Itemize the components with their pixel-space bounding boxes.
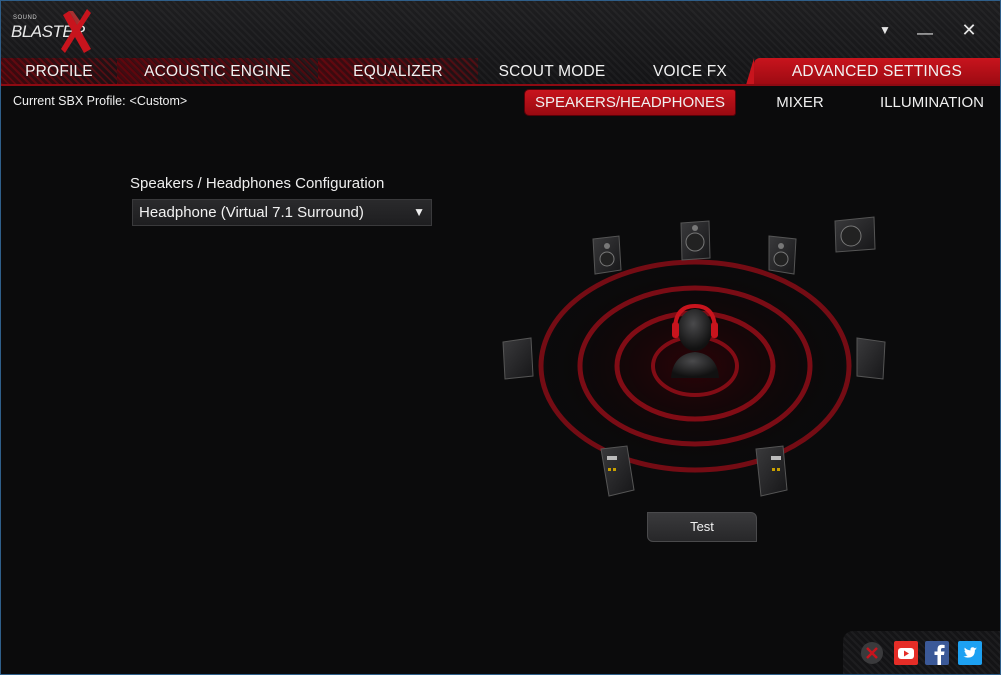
tab-acoustic-engine[interactable]: ACOUSTIC ENGINE	[117, 58, 318, 85]
speaker-side-left	[502, 337, 534, 380]
tab-advanced-settings[interactable]: ADVANCED SETTINGS	[746, 58, 1000, 85]
x-circle-icon[interactable]	[860, 641, 884, 665]
tab-scout-mode[interactable]: SCOUT MODE	[478, 58, 626, 85]
speaker-center	[680, 220, 711, 261]
speaker-side-right	[856, 337, 886, 380]
tab-profile[interactable]: PROFILE	[1, 58, 117, 85]
subtab-speakers-headphones[interactable]: SPEAKERS/HEADPHONES	[525, 90, 735, 115]
tab-equalizer[interactable]: EQUALIZER	[318, 58, 478, 85]
dropdown-arrow-icon: ▼	[413, 205, 425, 219]
title-bar: SOUND BLASTER ▼ — ✕ PROFILE ACOUSTIC ENG…	[1, 1, 1000, 86]
speaker-rear-right	[755, 445, 788, 497]
speaker-front-right	[768, 235, 797, 275]
youtube-icon[interactable]	[894, 641, 918, 665]
social-links	[843, 631, 1000, 674]
subtab-illumination[interactable]: ILLUMINATION	[867, 90, 997, 115]
profile-value: <Custom>	[129, 94, 188, 108]
current-profile: Current SBX Profile: <Custom>	[13, 94, 191, 108]
tab-voice-fx[interactable]: VOICE FX	[626, 58, 754, 85]
minimize-icon: —	[917, 25, 933, 42]
app-window: SOUND BLASTER ▼ — ✕ PROFILE ACOUSTIC ENG…	[0, 0, 1001, 675]
logo-x-mark	[61, 9, 91, 53]
subtab-mixer[interactable]: MIXER	[761, 90, 839, 115]
main-tabs: PROFILE ACOUSTIC ENGINE EQUALIZER SCOUT …	[1, 58, 1000, 85]
speaker-config-label: Speakers / Headphones Configuration	[130, 175, 385, 192]
speaker-config-value: Headphone (Virtual 7.1 Surround)	[139, 204, 364, 221]
profile-label: Current SBX Profile:	[13, 94, 126, 108]
speaker-config-select[interactable]: Headphone (Virtual 7.1 Surround) ▼	[132, 199, 432, 226]
subwoofer	[834, 216, 876, 253]
tab-underline	[1, 84, 1000, 86]
test-button[interactable]: Test	[647, 512, 757, 542]
speaker-front-left	[592, 235, 622, 275]
dropdown-menu-button[interactable]: ▼	[869, 15, 901, 45]
close-button[interactable]: ✕	[953, 15, 985, 45]
close-icon: ✕	[961, 19, 977, 40]
twitter-icon[interactable]	[958, 641, 982, 665]
chevron-down-icon: ▼	[879, 23, 891, 37]
minimize-button[interactable]: —	[909, 15, 941, 45]
soundblasterx-logo: SOUND BLASTER	[11, 9, 101, 53]
facebook-icon[interactable]	[925, 641, 949, 665]
logo-small-text: SOUND	[13, 15, 38, 21]
surround-visualization	[502, 216, 886, 497]
